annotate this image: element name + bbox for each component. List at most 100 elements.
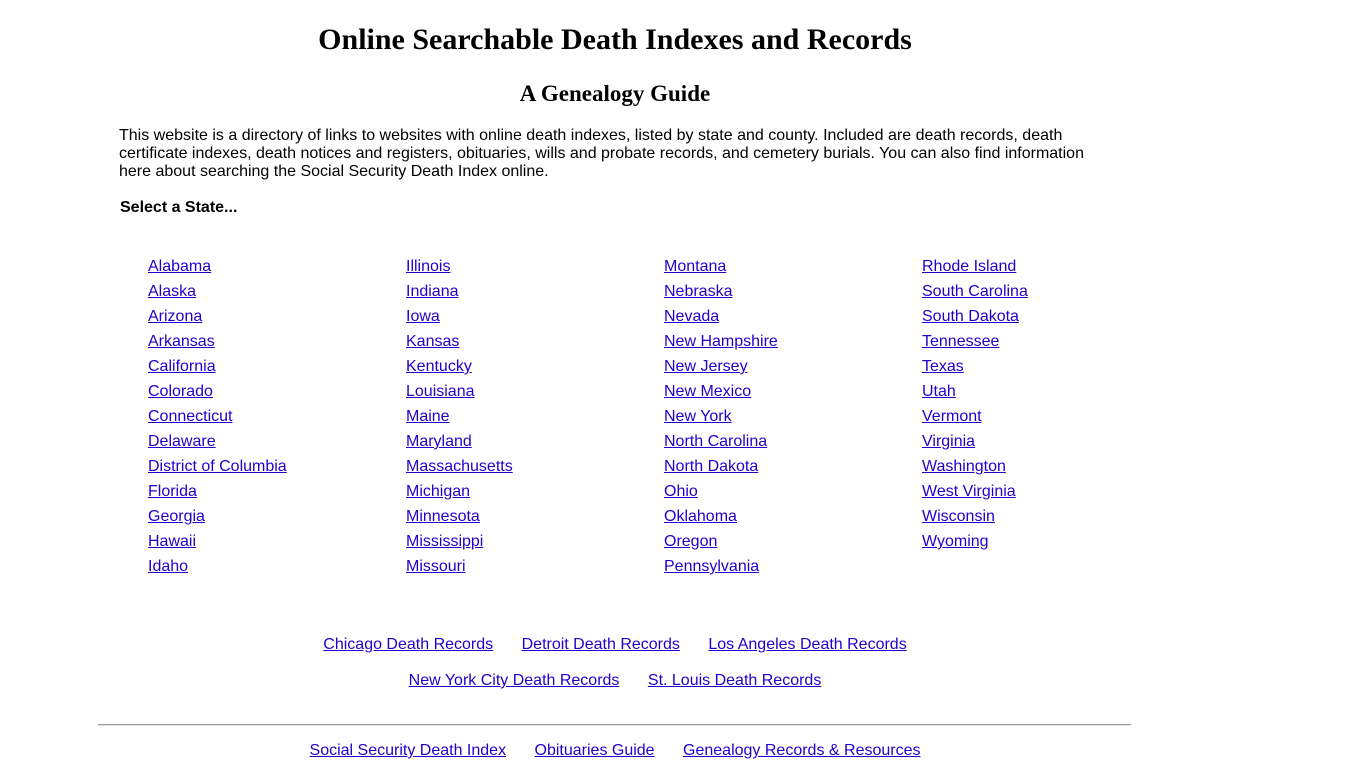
footer-links: Social Security Death Index Obituaries G…	[0, 741, 1230, 761]
state-list-item: Virginia	[922, 432, 1180, 457]
footer-link-obituaries-guide[interactable]: Obituaries Guide	[535, 742, 655, 759]
city-link-detroit[interactable]: Detroit Death Records	[522, 636, 680, 653]
state-list-item: Illinois	[406, 257, 664, 282]
state-list-item: Nebraska	[664, 282, 922, 307]
state-link-michigan[interactable]: Michigan	[406, 483, 470, 500]
state-link-arkansas[interactable]: Arkansas	[148, 333, 215, 350]
state-list-item: Kentucky	[406, 357, 664, 382]
state-link-nevada[interactable]: Nevada	[664, 308, 719, 325]
footer-link-genealogy-records[interactable]: Genealogy Records & Resources	[683, 742, 920, 759]
city-link-los-angeles[interactable]: Los Angeles Death Records	[708, 636, 906, 653]
state-link-north-carolina[interactable]: North Carolina	[664, 433, 767, 450]
state-list-item: Colorado	[148, 382, 406, 407]
state-link-louisiana[interactable]: Louisiana	[406, 383, 475, 400]
footer-link-ssdi[interactable]: Social Security Death Index	[310, 742, 507, 759]
state-link-texas[interactable]: Texas	[922, 358, 964, 375]
state-link-indiana[interactable]: Indiana	[406, 283, 459, 300]
state-list-item: Idaho	[148, 557, 406, 582]
state-link-delaware[interactable]: Delaware	[148, 433, 216, 450]
state-link-maryland[interactable]: Maryland	[406, 433, 472, 450]
state-link-oregon[interactable]: Oregon	[664, 533, 717, 550]
state-list-item: New Mexico	[664, 382, 922, 407]
state-link-new-york[interactable]: New York	[664, 408, 732, 425]
state-list-item: Alaska	[148, 282, 406, 307]
state-link-florida[interactable]: Florida	[148, 483, 197, 500]
state-link-new-jersey[interactable]: New Jersey	[664, 358, 748, 375]
state-list-item: Maryland	[406, 432, 664, 457]
state-list-item: North Dakota	[664, 457, 922, 482]
state-link-pennsylvania[interactable]: Pennsylvania	[664, 558, 759, 575]
city-links-row-2: New York City Death Records St. Louis De…	[0, 671, 1230, 691]
state-list-item: Louisiana	[406, 382, 664, 407]
state-link-vermont[interactable]: Vermont	[922, 408, 982, 425]
state-link-west-virginia[interactable]: West Virginia	[922, 483, 1016, 500]
state-list-item: Wyoming	[922, 532, 1180, 557]
state-list-item: Alabama	[148, 257, 406, 282]
state-link-mississippi[interactable]: Mississippi	[406, 533, 483, 550]
state-link-alabama[interactable]: Alabama	[148, 258, 211, 275]
state-link-montana[interactable]: Montana	[664, 258, 726, 275]
city-link-chicago[interactable]: Chicago Death Records	[323, 636, 493, 653]
state-link-virginia[interactable]: Virginia	[922, 433, 975, 450]
state-list-item: North Carolina	[664, 432, 922, 457]
state-link-alaska[interactable]: Alaska	[148, 283, 196, 300]
state-list-item: Montana	[664, 257, 922, 282]
state-list-item: Washington	[922, 457, 1180, 482]
state-link-tennessee[interactable]: Tennessee	[922, 333, 999, 350]
state-link-kansas[interactable]: Kansas	[406, 333, 459, 350]
state-link-kentucky[interactable]: Kentucky	[406, 358, 472, 375]
city-link-new-york-city[interactable]: New York City Death Records	[409, 672, 620, 689]
state-link-washington[interactable]: Washington	[922, 458, 1006, 475]
state-link-district-of-columbia[interactable]: District of Columbia	[148, 458, 287, 475]
state-link-oklahoma[interactable]: Oklahoma	[664, 508, 737, 525]
state-list-item: New Jersey	[664, 357, 922, 382]
state-link-georgia[interactable]: Georgia	[148, 508, 205, 525]
state-link-idaho[interactable]: Idaho	[148, 558, 188, 575]
state-link-nebraska[interactable]: Nebraska	[664, 283, 732, 300]
state-link-maine[interactable]: Maine	[406, 408, 450, 425]
footer-divider	[98, 724, 1131, 726]
state-link-california[interactable]: California	[148, 358, 216, 375]
state-list-item: New Hampshire	[664, 332, 922, 357]
state-link-colorado[interactable]: Colorado	[148, 383, 213, 400]
state-link-south-dakota[interactable]: South Dakota	[922, 308, 1019, 325]
state-link-iowa[interactable]: Iowa	[406, 308, 440, 325]
intro-paragraph: This website is a directory of links to …	[119, 127, 1084, 180]
city-link-st-louis[interactable]: St. Louis Death Records	[648, 672, 821, 689]
state-list-item: Ohio	[664, 482, 922, 507]
state-link-missouri[interactable]: Missouri	[406, 558, 466, 575]
state-link-massachusetts[interactable]: Massachusetts	[406, 458, 513, 475]
state-link-arizona[interactable]: Arizona	[148, 308, 202, 325]
state-column-4: Rhode Island South Carolina South Dakota Te…	[922, 257, 1180, 582]
state-list-item: South Carolina	[922, 282, 1180, 307]
state-column-3: Montana Nebraska Nevada New Hampshire New Je…	[664, 257, 922, 582]
state-list-item: Wisconsin	[922, 507, 1180, 532]
state-link-rhode-island[interactable]: Rhode Island	[922, 258, 1016, 275]
state-link-north-dakota[interactable]: North Dakota	[664, 458, 758, 475]
page-subtitle: A Genealogy Guide	[519, 81, 711, 106]
state-link-south-carolina[interactable]: South Carolina	[922, 283, 1028, 300]
state-list-item: Nevada	[664, 307, 922, 332]
state-list-item: Missouri	[406, 557, 664, 582]
state-list-item: Massachusetts	[406, 457, 664, 482]
state-link-wisconsin[interactable]: Wisconsin	[922, 508, 995, 525]
state-link-new-mexico[interactable]: New Mexico	[664, 383, 751, 400]
state-link-illinois[interactable]: Illinois	[406, 258, 450, 275]
state-list-item: Michigan	[406, 482, 664, 507]
page-title: Online Searchable Death Indexes and Reco…	[318, 23, 912, 56]
state-list-item: California	[148, 357, 406, 382]
state-link-hawaii[interactable]: Hawaii	[148, 533, 196, 550]
state-link-ohio[interactable]: Ohio	[664, 483, 698, 500]
state-link-minnesota[interactable]: Minnesota	[406, 508, 480, 525]
state-link-connecticut[interactable]: Connecticut	[148, 408, 233, 425]
state-column-1: Alabama Alaska Arizona Arkansas California Co…	[148, 257, 406, 582]
state-column-2: Illinois Indiana Iowa Kansas Kentucky Louisia…	[406, 257, 664, 582]
state-link-utah[interactable]: Utah	[922, 383, 956, 400]
city-links-row-1: Chicago Death Records Detroit Death Reco…	[0, 635, 1230, 655]
state-link-wyoming[interactable]: Wyoming	[922, 533, 989, 550]
state-link-new-hampshire[interactable]: New Hampshire	[664, 333, 778, 350]
state-list-item: South Dakota	[922, 307, 1180, 332]
state-list-item: Hawaii	[148, 532, 406, 557]
state-list-item: Pennsylvania	[664, 557, 922, 582]
state-list-item: Connecticut	[148, 407, 406, 432]
